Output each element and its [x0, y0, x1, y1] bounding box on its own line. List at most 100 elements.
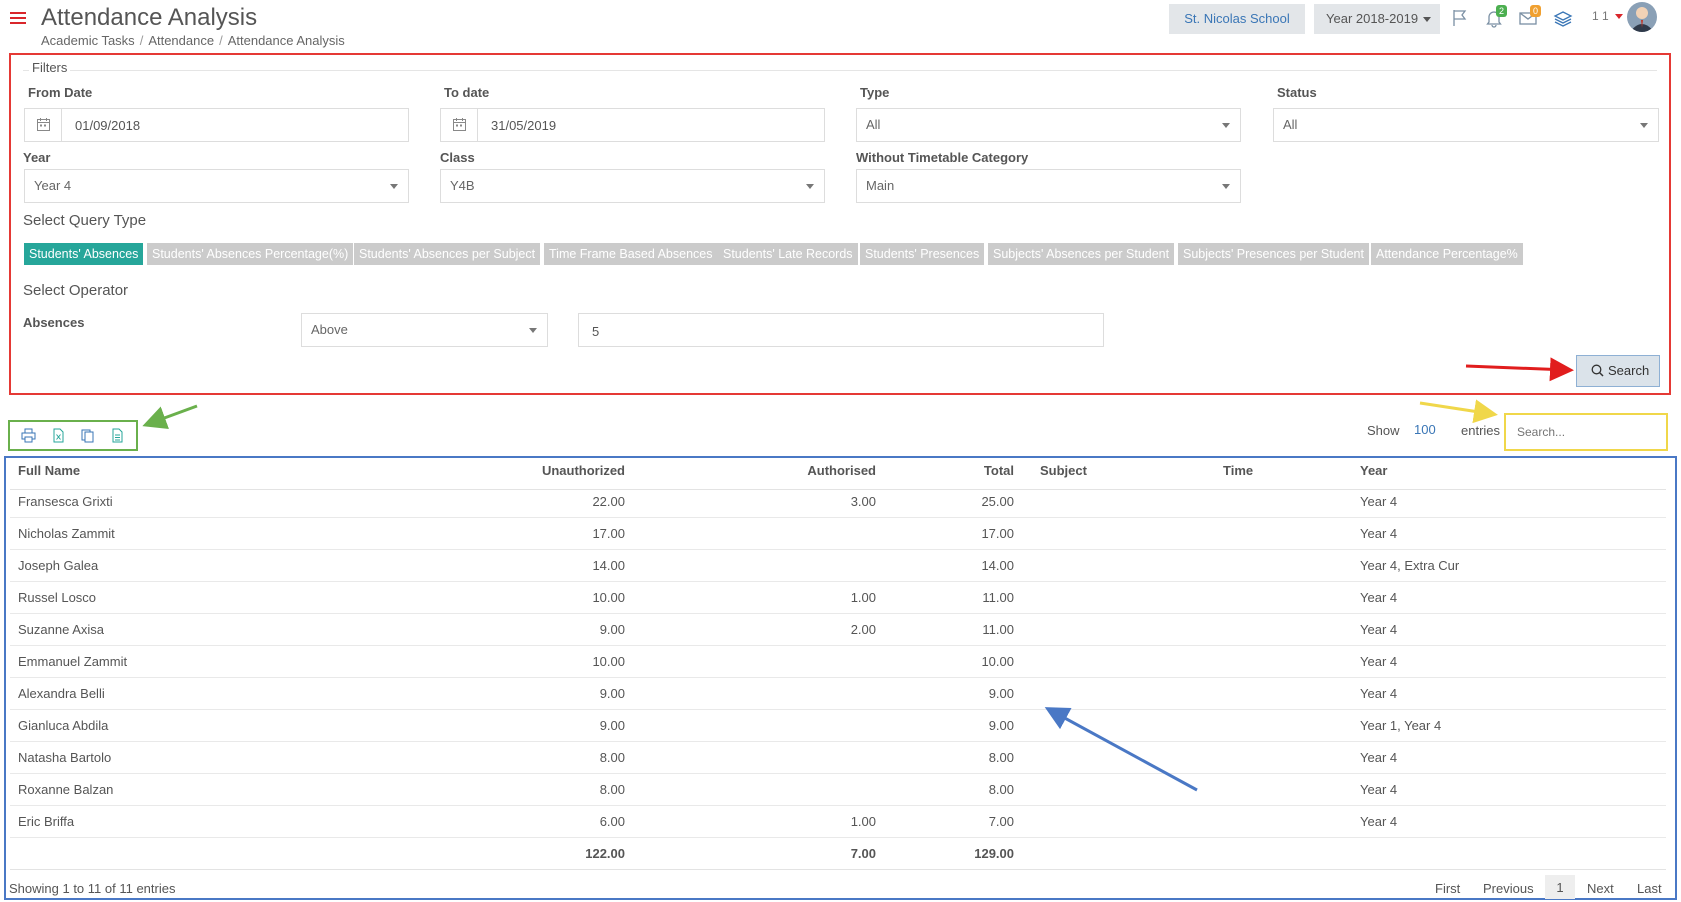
show-label: Show: [1367, 423, 1400, 438]
cell-unauthorized: 9.00: [599, 718, 625, 733]
user-number: 1 1: [1592, 9, 1609, 23]
print-button[interactable]: [14, 425, 43, 447]
table-row[interactable]: Roxanne Balzan 8.00 8.00 Year 4: [10, 774, 1666, 806]
table-row[interactable]: Natasha Bartolo 8.00 8.00 Year 4: [10, 742, 1666, 774]
table-row[interactable]: Nicholas Zammit 17.00 17.00 Year 4: [10, 518, 1666, 550]
cell-full-name: Russel Losco: [18, 590, 97, 605]
excel-file-icon: [53, 428, 64, 443]
query-subjects-presences-per-student[interactable]: Subjects' Presences per Student: [1178, 243, 1369, 265]
layers-icon[interactable]: [1553, 8, 1575, 30]
cell-authorised: 2.00: [850, 622, 876, 637]
query-late-records[interactable]: Students' Late Records: [718, 243, 858, 265]
table-row[interactable]: Emmanuel Zammit 10.00 10.00 Year 4: [10, 646, 1666, 678]
class-select-value: Y4B: [450, 178, 475, 193]
cell-unauthorized: 8.00: [599, 782, 625, 797]
absences-label: Absences: [23, 315, 85, 330]
table-row[interactable]: Joseph Galea 14.00 14.00 Year 4, Extra Cur: [10, 550, 1666, 582]
col-authorised[interactable]: Authorised: [807, 463, 876, 478]
pager-previous[interactable]: Previous: [1483, 881, 1534, 896]
from-date-value: 01/09/2018: [75, 118, 141, 133]
cell-full-name: Joseph Galea: [18, 558, 99, 573]
year-label: Year: [23, 150, 51, 165]
query-attendance-percentage[interactable]: Attendance Percentage%: [1371, 243, 1523, 265]
search-button[interactable]: Search: [1576, 355, 1660, 387]
col-year[interactable]: Year: [1360, 463, 1387, 478]
category-select-value: Main: [866, 178, 895, 193]
year-select[interactable]: Year 4: [24, 169, 409, 203]
table-search-box: [1504, 413, 1668, 451]
flag-icon[interactable]: [1451, 8, 1473, 30]
filters-legend: Filters: [29, 60, 71, 75]
table-row[interactable]: Eric Briffa 6.00 1.00 7.00 Year 4: [10, 806, 1666, 838]
chevron-down-icon: [1640, 123, 1648, 128]
school-button[interactable]: St. Nicolas School: [1169, 4, 1305, 34]
cell-full-name: Eric Briffa: [18, 814, 75, 829]
year-selector-label: Year 2018-2019: [1326, 11, 1419, 26]
page-size-select[interactable]: 100: [1414, 422, 1436, 437]
table-row[interactable]: Russel Losco 10.00 1.00 11.00 Year 4: [10, 582, 1666, 614]
calendar-icon[interactable]: [25, 109, 62, 141]
operator-select[interactable]: Above: [301, 313, 548, 347]
category-select[interactable]: Main: [856, 169, 1241, 203]
table-row[interactable]: Fransesca Grixti 22.00 3.00 25.00 Year 4: [10, 486, 1666, 518]
cell-total: 17.00: [981, 526, 1014, 541]
avatar[interactable]: [1627, 2, 1657, 32]
pager-next[interactable]: Next: [1587, 881, 1614, 896]
chevron-down-icon: [806, 184, 814, 189]
copy-button[interactable]: [73, 425, 102, 447]
query-absences-per-subject[interactable]: Students' Absences per Subject: [354, 243, 541, 265]
total-unauthorized: 122.00: [585, 846, 625, 861]
year-selector[interactable]: Year 2018-2019: [1314, 4, 1440, 34]
notifications-badge: 2: [1496, 5, 1508, 17]
query-time-frame-absences[interactable]: Time Frame Based Absences: [544, 243, 718, 265]
cell-full-name: Fransesca Grixti: [18, 494, 113, 509]
cell-total: 25.00: [981, 494, 1014, 509]
query-presences[interactable]: Students' Presences: [860, 243, 985, 265]
bell-icon[interactable]: 2: [1484, 5, 1508, 30]
col-full-name[interactable]: Full Name: [18, 463, 80, 478]
table-search-input[interactable]: [1510, 419, 1660, 445]
class-select[interactable]: Y4B: [440, 169, 825, 203]
col-unauthorized[interactable]: Unauthorized: [542, 463, 625, 478]
col-total[interactable]: Total: [984, 463, 1014, 478]
user-chevron-down-icon[interactable]: [1615, 14, 1623, 19]
col-subject[interactable]: Subject: [1040, 463, 1087, 478]
cell-year: Year 1, Year 4: [1360, 718, 1442, 733]
from-date-field[interactable]: 01/09/2018: [24, 108, 409, 142]
table-row[interactable]: Suzanne Axisa 9.00 2.00 11.00 Year 4: [10, 614, 1666, 646]
breadcrumb-attendance[interactable]: Attendance: [148, 33, 214, 48]
to-date-field[interactable]: 31/05/2019: [440, 108, 825, 142]
operator-value: 5: [592, 324, 600, 339]
table-info: Showing 1 to 11 of 11 entries: [9, 881, 176, 896]
print-icon: [21, 428, 36, 443]
query-subjects-absences-per-student[interactable]: Subjects' Absences per Student: [988, 243, 1175, 265]
excel-export-button[interactable]: [44, 425, 73, 447]
breadcrumb-academic-tasks[interactable]: Academic Tasks: [41, 33, 135, 48]
csv-export-button[interactable]: [103, 425, 132, 447]
table-row[interactable]: Alexandra Belli 9.00 9.00 Year 4: [10, 678, 1666, 710]
cell-full-name: Suzanne Axisa: [18, 622, 105, 637]
cell-year: Year 4: [1360, 590, 1398, 605]
chevron-down-icon: [1222, 123, 1230, 128]
pager-last[interactable]: Last: [1637, 881, 1662, 896]
yellow-arrow: [1419, 399, 1498, 424]
chevron-down-icon: [1222, 184, 1230, 189]
operator-value-input[interactable]: 5: [578, 313, 1104, 347]
table-row[interactable]: Gianluca Abdila 9.00 9.00 Year 1, Year 4: [10, 710, 1666, 742]
cell-unauthorized: 9.00: [599, 622, 625, 637]
query-students-absences[interactable]: Students' Absences: [24, 243, 144, 265]
menu-icon[interactable]: [10, 12, 26, 26]
cell-total: 8.00: [988, 750, 1014, 765]
envelope-icon[interactable]: 0: [1518, 5, 1542, 30]
from-date-label: From Date: [28, 85, 93, 100]
pager-first[interactable]: First: [1435, 881, 1460, 896]
pager-current[interactable]: 1: [1545, 875, 1575, 899]
cell-year: Year 4: [1360, 814, 1398, 829]
query-absences-percentage[interactable]: Students' Absences Percentage(%): [147, 243, 354, 265]
type-select[interactable]: All: [856, 108, 1241, 142]
status-select[interactable]: All: [1273, 108, 1659, 142]
cell-unauthorized: 17.00: [592, 526, 625, 541]
calendar-icon[interactable]: [441, 109, 478, 141]
col-time[interactable]: Time: [1223, 463, 1253, 478]
cell-total: 9.00: [988, 686, 1014, 701]
